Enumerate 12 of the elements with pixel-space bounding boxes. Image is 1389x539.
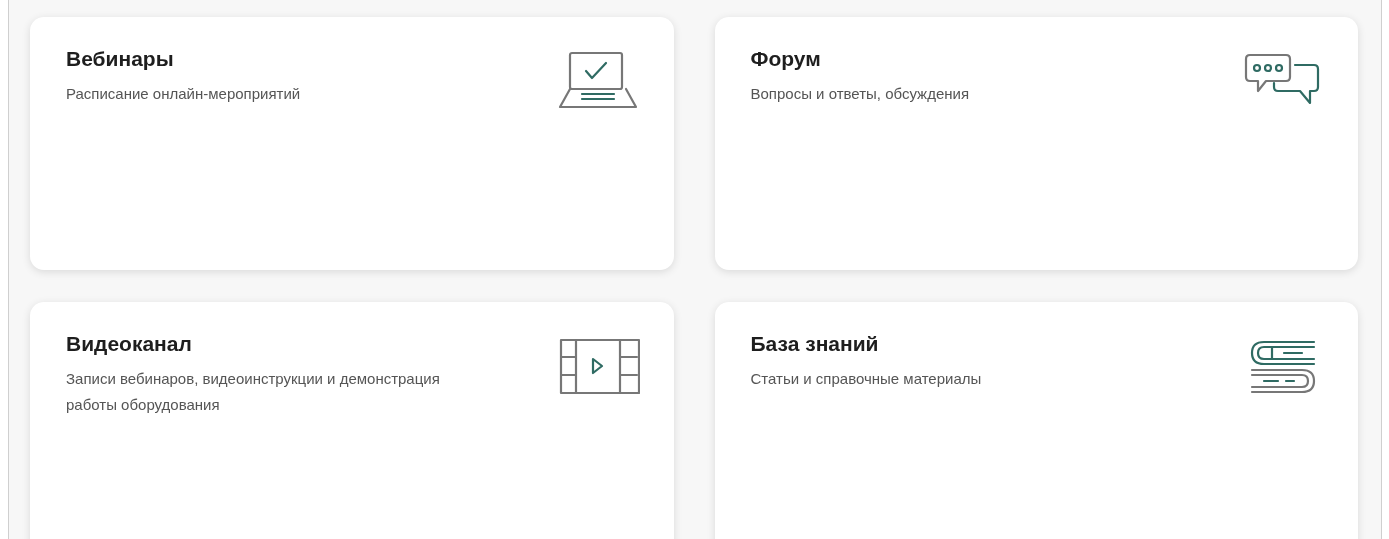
card-title: База знаний	[750, 332, 880, 356]
section-card[interactable]: Форум Вопросы и ответы, обсуждения	[714, 17, 1358, 270]
section-card[interactable]: Видеоканал Записи вебинаров, видеоинструкции и демонстрация работы оборудования	[30, 302, 674, 539]
card-title: Вебинары	[66, 47, 175, 71]
card-description: Расписание онлайн-мероприятий	[66, 84, 301, 104]
section-card[interactable]: Вебинары Расписание онлайн-мероприятий	[30, 17, 674, 270]
card-title: Видеоканал	[66, 332, 193, 356]
section-card[interactable]: База знаний Статьи и справочные материалы	[714, 302, 1358, 539]
card-description: Статьи и справочные материалы	[750, 369, 982, 389]
card-title: Форум	[750, 47, 822, 71]
card-description: Вопросы и ответы, обсуждения	[750, 84, 969, 104]
card-description: Записи вебинаров, видеоинструкции и демонстрация работы оборудования	[66, 369, 441, 415]
